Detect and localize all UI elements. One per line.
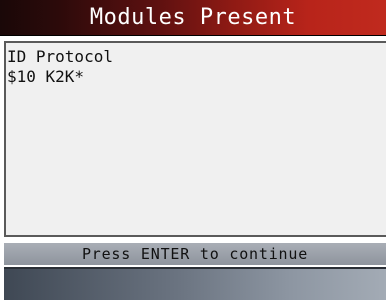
modules-list-panel: ID Protocol $10 K2K*	[4, 41, 386, 237]
bottom-bar	[4, 267, 386, 300]
modules-list-item[interactable]: $10 K2K*	[7, 67, 84, 87]
modules-list-header: ID Protocol	[7, 47, 113, 66]
enter-prompt: Press ENTER to continue	[81, 245, 309, 263]
screen-title: Modules Present	[89, 5, 297, 30]
status-bar: Press ENTER to continue	[4, 243, 386, 265]
scan-tool-screen: Modules Present ID Protocol $10 K2K* Pre…	[0, 0, 386, 300]
title-bar: Modules Present	[0, 0, 386, 36]
